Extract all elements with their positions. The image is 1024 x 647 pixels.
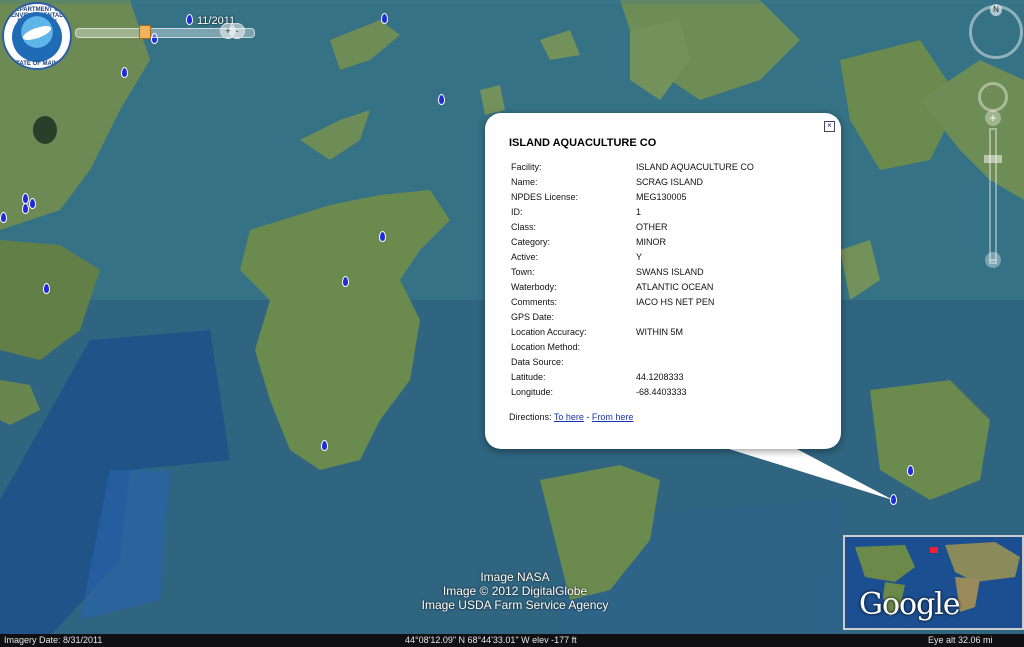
- attribute-value: WITHIN 5M: [636, 326, 683, 337]
- attribute-row: Longitude: -68.4403333: [507, 384, 758, 399]
- attribute-row: Location Accuracy: WITHIN 5M: [507, 324, 758, 339]
- attribute-label: Facility:: [511, 161, 542, 172]
- attribute-value: SWANS ISLAND: [636, 266, 704, 277]
- attribute-row: Latitude: 44.1208333: [507, 369, 758, 384]
- attribute-row: Comments: IACO HS NET PEN: [507, 294, 758, 309]
- attribute-value: SCRAG ISLAND: [636, 176, 704, 187]
- attribute-label: Class:: [511, 221, 537, 232]
- attribute-label: Active:: [511, 251, 539, 262]
- attribute-row: Class: OTHER: [507, 219, 758, 234]
- attribute-value: 44.1208333: [636, 371, 684, 382]
- attribute-row: Location Method:: [507, 339, 758, 354]
- attribute-row: Name: SCRAG ISLAND: [507, 174, 758, 189]
- attribute-label: Name:: [511, 176, 538, 187]
- attribute-row: NPDES License: MEG130005: [507, 189, 758, 204]
- attribute-value: 1: [636, 206, 642, 217]
- directions-to-here-link[interactable]: To here: [554, 412, 584, 422]
- attribute-value: OTHER: [636, 221, 668, 232]
- attribute-label: GPS Date:: [511, 311, 555, 322]
- attribute-label: NPDES License:: [511, 191, 579, 202]
- attribute-row: ID: 1: [507, 204, 758, 219]
- attribute-value: [632, 354, 758, 369]
- attribute-value: ATLANTIC OCEAN: [636, 281, 714, 292]
- attribute-label: ID:: [511, 206, 523, 217]
- directions-label: Directions:: [509, 412, 552, 422]
- close-icon[interactable]: ×: [824, 121, 835, 132]
- directions-separator: -: [586, 412, 590, 422]
- attribute-row: Facility: ISLAND AQUACULTURE CO: [507, 159, 758, 174]
- placemark-info-balloon: × ISLAND AQUACULTURE CO Facility: ISLAND …: [485, 113, 841, 449]
- attribute-label: Data Source:: [511, 356, 564, 367]
- attribute-value: MINOR: [636, 236, 666, 247]
- attribute-row: Waterbody: ATLANTIC OCEAN: [507, 279, 758, 294]
- attribute-value: Y: [636, 251, 643, 262]
- attribute-row: Active: Y: [507, 249, 758, 264]
- attribute-label: Location Accuracy:: [511, 326, 587, 337]
- balloon-title: ISLAND AQUACULTURE CO: [509, 137, 657, 149]
- attribute-value: [632, 339, 758, 354]
- attribute-value: MEG130005: [636, 191, 687, 202]
- facility-attributes-table: Facility: ISLAND AQUACULTURE CO Name: SCRAG…: [507, 159, 758, 399]
- attribute-value: ISLAND AQUACULTURE CO: [636, 161, 754, 172]
- attribute-label: Category:: [511, 236, 551, 247]
- attribute-value: -68.4403333: [636, 386, 687, 397]
- attribute-row: Category: MINOR: [507, 234, 758, 249]
- directions-row: Directions: To here - From here: [509, 412, 633, 422]
- attribute-row: GPS Date:: [507, 309, 758, 324]
- attribute-row: Town: SWANS ISLAND: [507, 264, 758, 279]
- attribute-label: Location Method:: [511, 341, 581, 352]
- attribute-label: Comments:: [511, 296, 558, 307]
- attribute-value: IACO HS NET PEN: [636, 296, 715, 307]
- attribute-row: Data Source:: [507, 354, 758, 369]
- attribute-value: [632, 309, 758, 324]
- directions-from-here-link[interactable]: From here: [592, 412, 634, 422]
- attribute-label: Longitude:: [511, 386, 554, 397]
- attribute-label: Latitude:: [511, 371, 546, 382]
- attribute-label: Waterbody:: [511, 281, 557, 292]
- attribute-label: Town:: [511, 266, 535, 277]
